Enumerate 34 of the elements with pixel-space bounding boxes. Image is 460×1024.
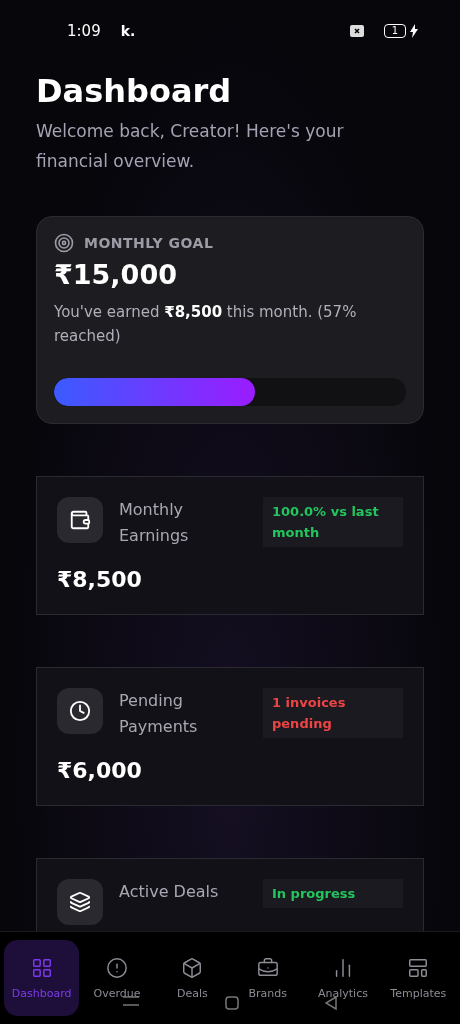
notification-icon	[349, 25, 364, 37]
stat-title: Monthly Earnings	[119, 499, 190, 547]
battery-level: 1	[383, 24, 406, 38]
box-icon	[181, 956, 204, 979]
page-title: Dashboard	[36, 72, 233, 110]
wallet-icon	[69, 509, 91, 531]
nav-tab[interactable]: Templates	[380, 940, 456, 1016]
stat-badge: In progress	[263, 879, 403, 908]
home-icon[interactable]	[225, 996, 239, 1010]
clock-icon	[69, 700, 91, 722]
goal-amount: ₹15,000	[54, 259, 178, 290]
briefcase-icon	[256, 956, 279, 979]
charging-icon	[410, 24, 418, 38]
nav-tab[interactable]: Overdue	[79, 940, 155, 1016]
stat-badge: 100.0% vs last month	[263, 497, 403, 547]
layers-icon	[69, 891, 91, 913]
goal-note: You've earned ₹8,500 this month. (57% reached)	[54, 302, 358, 347]
menu-icon[interactable]	[123, 996, 139, 1006]
stat-title: Active Deals	[119, 881, 220, 903]
stat-value: ₹8,500	[57, 567, 143, 592]
nav-tab[interactable]: Deals	[154, 940, 230, 1016]
grid-icon	[30, 956, 53, 979]
status-time: 1:09	[67, 22, 101, 40]
nav-tab[interactable]: Brands	[230, 940, 306, 1016]
layout-icon	[407, 956, 430, 979]
stat-badge: 1 invoices pending	[263, 688, 403, 738]
page-subtitle: Welcome back, Creator! Here's your financial overview.	[36, 120, 345, 173]
target-icon	[54, 233, 74, 253]
stat-value: ₹6,000	[57, 758, 143, 783]
nav-tab[interactable]: Analytics	[305, 940, 381, 1016]
goal-label: MONTHLY GOAL	[84, 235, 214, 251]
app-logo: k.	[120, 23, 136, 39]
alert-icon	[106, 956, 128, 979]
stat-title: Pending Payments	[119, 690, 199, 738]
